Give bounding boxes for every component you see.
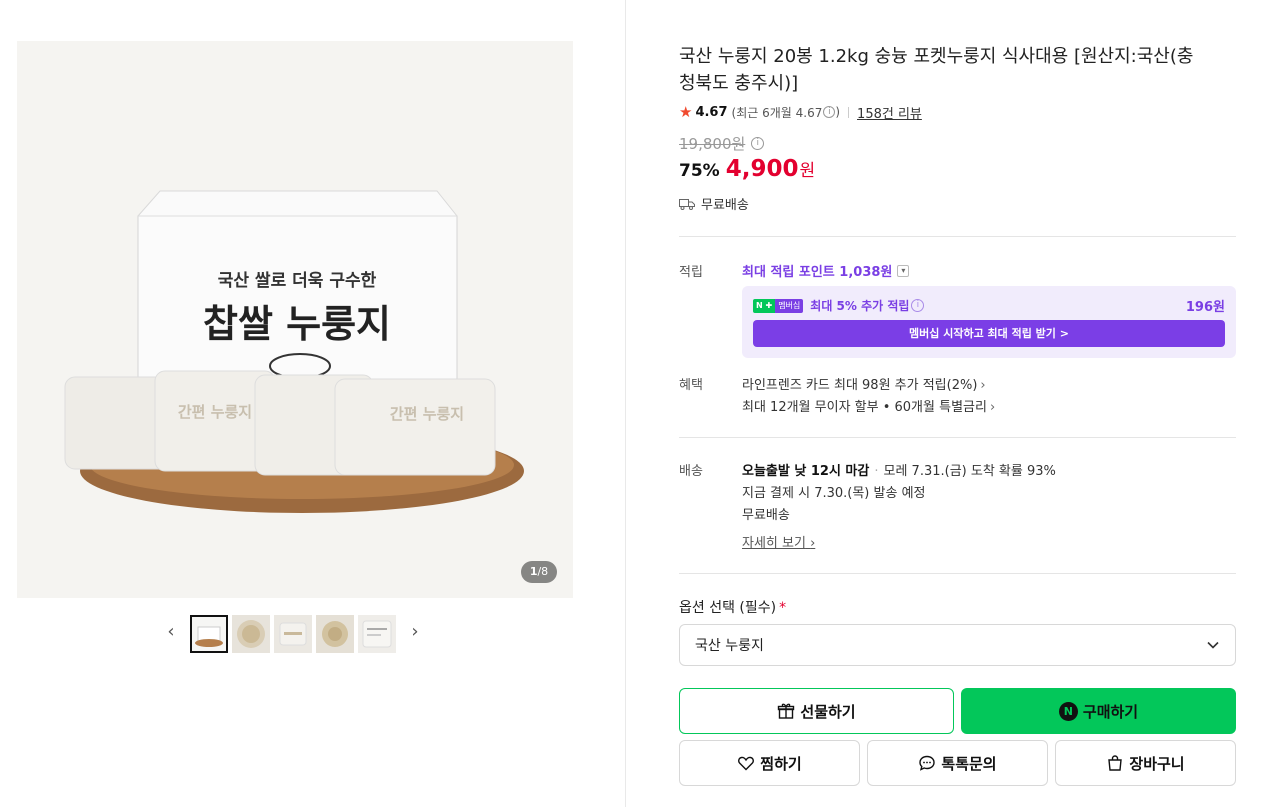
gift-button[interactable]: 선물하기 bbox=[679, 688, 954, 734]
option-select[interactable]: 국산 누룽지 bbox=[679, 624, 1236, 666]
thumb-next-button[interactable]: › bbox=[404, 621, 426, 643]
thumbnail-strip: ‹ › bbox=[160, 613, 430, 653]
original-price-row: 19,800원 i bbox=[679, 133, 765, 154]
divider bbox=[848, 106, 850, 118]
option-label: 옵션 선택 (필수) * bbox=[679, 597, 786, 617]
rating-row: ★ 4.67 (최근 6개월 4.67 i ) 158건 리뷰 bbox=[679, 102, 922, 122]
product-gallery: 국산 쌀로 더욱 구수한 찹쌀 누룽지 간편 누룽지 간편 누룽지 1/8 ‹ bbox=[0, 0, 626, 807]
image-counter: 1/8 bbox=[521, 561, 557, 583]
rating-recent: (최근 6개월 4.67 bbox=[731, 105, 823, 120]
membership-row: N ✚ 멤버십 최대 5% 추가 적립 i 196원 bbox=[753, 296, 1225, 315]
benefits-label: 혜택 bbox=[679, 378, 703, 393]
thumbnail-image bbox=[316, 615, 354, 653]
membership-extra-text: 최대 5% 추가 적립 bbox=[810, 299, 910, 313]
shopping-bag-icon bbox=[1108, 755, 1123, 771]
chat-icon bbox=[919, 755, 936, 771]
naver-plus-badge: N ✚ 멤버십 bbox=[753, 298, 804, 313]
review-count-link[interactable]: 158건 리뷰 bbox=[857, 103, 922, 122]
divider bbox=[679, 236, 1236, 237]
benefit-installment-link[interactable]: 최대 12개월 무이자 할부 • 60개월 특별금리 › bbox=[742, 396, 995, 415]
chevron-down-icon bbox=[1207, 641, 1219, 649]
thumbnail-3[interactable] bbox=[274, 615, 312, 653]
max-points-dropdown[interactable]: 최대 적립 포인트 1,038원 ▾ bbox=[742, 261, 910, 280]
thumbnail-image bbox=[192, 617, 226, 651]
benefit-card-link[interactable]: 라인프렌즈 카드 최대 98원 추가 적립(2%) › bbox=[742, 374, 986, 393]
chevron-down-icon: ▾ bbox=[897, 264, 910, 277]
membership-amount: 196원 bbox=[1185, 300, 1225, 315]
chevron-right-icon: › bbox=[980, 378, 986, 393]
option-label-text: 옵션 선택 (필수) bbox=[679, 600, 777, 616]
heart-icon bbox=[738, 756, 755, 771]
cart-label: 장바구니 bbox=[1129, 754, 1185, 773]
membership-start-button[interactable]: 멤버십 시작하고 최대 적립 받기 > bbox=[753, 320, 1225, 347]
talktalk-label: 톡톡문의 bbox=[941, 754, 997, 773]
free-shipping-row: 무료배송 bbox=[679, 194, 749, 213]
chevron-right-icon: › bbox=[810, 536, 816, 551]
cart-button[interactable]: 장바구니 bbox=[1055, 740, 1236, 786]
membership-badge-label: 멤버십 bbox=[775, 298, 804, 313]
wish-button[interactable]: 찜하기 bbox=[679, 740, 860, 786]
sale-price: 4,900 bbox=[725, 156, 799, 182]
dot-separator: · bbox=[874, 464, 879, 479]
required-mark: * bbox=[779, 600, 787, 616]
delivery-detail-text: 자세히 보기 bbox=[742, 536, 806, 551]
divider bbox=[679, 573, 1236, 574]
discount-rate: 75% bbox=[679, 161, 720, 181]
rating-recent-close: ) bbox=[835, 105, 841, 119]
free-shipping-label: 무료배송 bbox=[701, 198, 749, 213]
pack-label: 간편 누룽지 bbox=[178, 403, 252, 421]
thumb-prev-button[interactable]: ‹ bbox=[160, 621, 182, 643]
wish-label: 찜하기 bbox=[760, 754, 802, 773]
thumbnail-1[interactable] bbox=[190, 615, 228, 653]
thumbnail-2[interactable] bbox=[232, 615, 270, 653]
divider bbox=[679, 437, 1236, 438]
currency-label: 원 bbox=[799, 161, 816, 181]
thumbnail-image bbox=[274, 615, 312, 653]
gift-label: 선물하기 bbox=[800, 702, 856, 721]
star-icon: ★ bbox=[679, 103, 693, 121]
dispatch-estimate: 지금 결제 시 7.30.(목) 발송 예정 bbox=[742, 486, 926, 501]
buy-label: 구매하기 bbox=[1082, 702, 1139, 721]
chevron-right-icon: › bbox=[989, 400, 996, 415]
rating-value: 4.67 bbox=[695, 104, 728, 120]
info-icon[interactable]: i bbox=[823, 106, 836, 118]
box-title: 찹쌀 누룽지 bbox=[203, 302, 391, 346]
talktalk-button[interactable]: 톡톡문의 bbox=[867, 740, 1048, 786]
gift-icon bbox=[778, 703, 795, 719]
points-label: 적립 bbox=[679, 265, 703, 280]
product-title: 국산 누룽지 20봉 1.2kg 숭늉 포켓누룽지 식사대용 [원산지:국산(충… bbox=[679, 46, 1194, 94]
delivery-label: 배송 bbox=[679, 464, 703, 479]
delivery-line-1: 오늘출발 낮 12시 마감 · 모레 7.31.(금) 도착 확률 93% bbox=[742, 460, 1056, 479]
counter-total: /8 bbox=[537, 565, 549, 578]
same-day-cutoff: 오늘출발 낮 12시 마감 bbox=[742, 464, 870, 479]
thumbnail-image bbox=[358, 615, 396, 653]
product-photo: 국산 쌀로 더욱 구수한 찹쌀 누룽지 간편 누룽지 간편 누룽지 bbox=[17, 41, 573, 598]
membership-box: N ✚ 멤버십 최대 5% 추가 적립 i 196원 멤버십 시작하고 최대 적립… bbox=[742, 286, 1236, 358]
price-row: 75% 4,900 원 bbox=[679, 156, 815, 182]
max-points-text: 최대 적립 포인트 1,038원 bbox=[742, 265, 893, 280]
thumbnail-5[interactable] bbox=[358, 615, 396, 653]
naver-badge-n: N ✚ bbox=[753, 298, 776, 313]
info-icon[interactable]: i bbox=[911, 299, 925, 312]
thumbnail-4[interactable] bbox=[316, 615, 354, 653]
box-subtitle: 국산 쌀로 더욱 구수한 bbox=[218, 271, 377, 291]
buy-button[interactable]: N 구매하기 bbox=[961, 688, 1236, 734]
delivery-fee: 무료배송 bbox=[742, 508, 790, 523]
info-icon[interactable]: i bbox=[751, 137, 765, 150]
pack-label: 간편 누룽지 bbox=[390, 405, 464, 423]
thumbnail-image bbox=[232, 615, 270, 653]
delivery-detail-link[interactable]: 자세히 보기 › bbox=[742, 532, 815, 551]
arrival-estimate: 모레 7.31.(금) 도착 확률 93% bbox=[883, 464, 1056, 479]
main-product-image[interactable]: 국산 쌀로 더욱 구수한 찹쌀 누룽지 간편 누룽지 간편 누룽지 1/8 bbox=[17, 41, 573, 598]
option-selected-value: 국산 누룽지 bbox=[695, 638, 764, 654]
truck-icon bbox=[679, 198, 695, 210]
naver-n-icon: N bbox=[1058, 701, 1078, 721]
original-price: 19,800원 bbox=[679, 135, 746, 153]
benefit-card-text: 라인프렌즈 카드 최대 98원 추가 적립(2%) bbox=[742, 378, 978, 393]
benefit-installment-text: 최대 12개월 무이자 할부 • 60개월 특별금리 bbox=[742, 400, 987, 415]
